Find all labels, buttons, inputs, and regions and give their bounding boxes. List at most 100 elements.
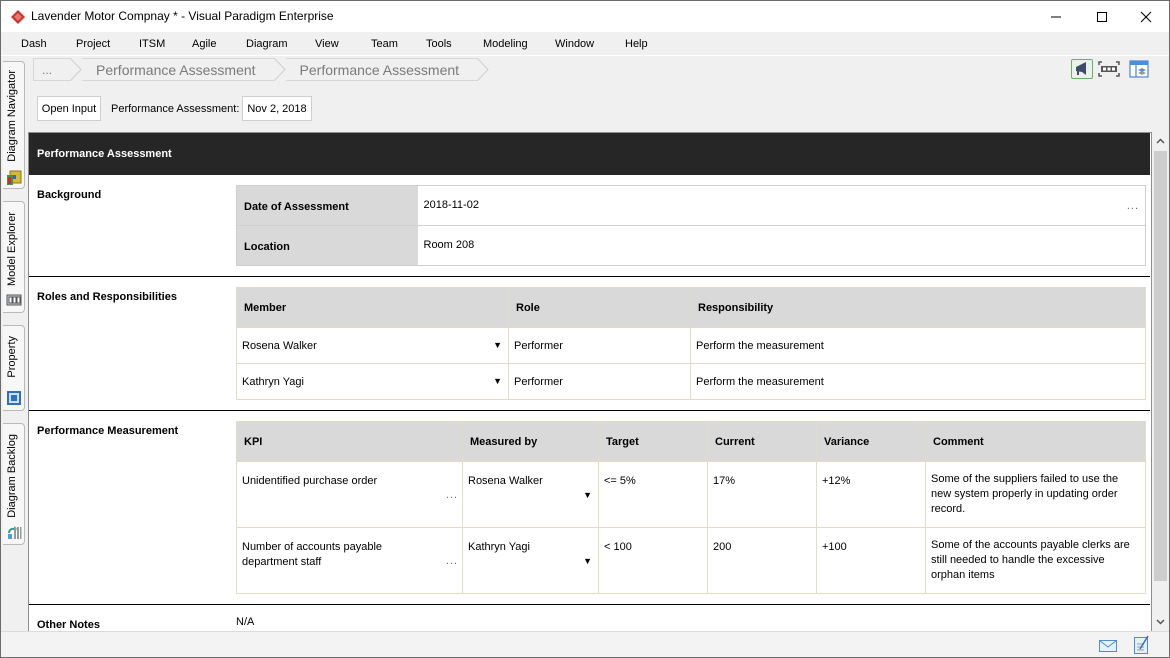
member-dropdown[interactable]: Kathryn Yagi ▼ [236, 363, 509, 400]
menu-agile[interactable]: Agile [192, 38, 216, 50]
dock-tab-label: Model Explorer [6, 212, 18, 286]
dock-tab-label: Diagram Navigator [6, 70, 18, 162]
current-cell[interactable]: 17% [707, 461, 817, 528]
breadcrumb-label: ... [42, 62, 53, 77]
column-header-variance: Variance [816, 421, 926, 462]
kpi-cell[interactable]: Number of accounts payable department st… [236, 527, 463, 594]
breadcrumb: ... Performance Assessment Performance A… [33, 58, 489, 81]
maximize-button[interactable] [1079, 1, 1125, 32]
column-header-current: Current [707, 421, 817, 462]
responsibility-cell[interactable]: Perform the measurement [690, 327, 1146, 364]
field-value: 2018-11-02 [423, 199, 479, 211]
fit-screen-button[interactable] [1098, 59, 1120, 79]
cell-value: Rosena Walker [468, 475, 543, 487]
dock-tab-property[interactable]: Property [3, 325, 25, 411]
scrollbar-thumb[interactable] [1154, 151, 1167, 581]
menu-bar: Dash Project ITSM Agile Diagram View Tea… [1, 32, 1169, 56]
responsibility-cell[interactable]: Perform the measurement [690, 363, 1146, 400]
close-button[interactable] [1123, 1, 1169, 32]
cell-value: <= 5% [604, 475, 636, 487]
model-explorer-icon [6, 294, 22, 306]
column-header-responsibility: Responsibility [690, 287, 1146, 328]
minimize-button[interactable] [1033, 1, 1079, 32]
other-notes-value[interactable]: N/A [236, 616, 254, 628]
vertical-scrollbar[interactable] [1151, 132, 1168, 631]
minimize-icon [1051, 16, 1061, 17]
cell-value: +12% [822, 475, 851, 487]
field-label: Date of Assessment [236, 185, 418, 226]
breadcrumb-label: Performance Assessment [299, 61, 460, 78]
member-dropdown[interactable]: Rosena Walker ▼ [236, 327, 509, 364]
scroll-down-button[interactable] [1152, 613, 1168, 631]
menu-view[interactable]: View [315, 38, 339, 50]
cell-value: Kathryn Yagi [242, 375, 304, 388]
more-options-button[interactable]: ... [446, 488, 458, 503]
menu-itsm[interactable]: ITSM [139, 38, 165, 50]
current-cell[interactable]: 200 [707, 527, 817, 594]
location-field[interactable]: Room 208 [417, 225, 1146, 266]
layers-panel-button[interactable] [1128, 59, 1150, 79]
date-of-assessment-field[interactable]: 2018-11-02 ... [417, 185, 1146, 226]
cell-value: < 100 [604, 541, 632, 553]
edit-document-icon[interactable] [1134, 635, 1150, 654]
announcement-button[interactable] [1071, 59, 1093, 79]
dropdown-arrow-icon: ▼ [493, 376, 502, 386]
menu-team[interactable]: Team [371, 38, 398, 50]
background-section: Background Date of Assessment 2018-11-02… [29, 175, 1150, 277]
column-header-role: Role [508, 287, 691, 328]
role-cell[interactable]: Performer [508, 363, 691, 400]
comment-cell[interactable]: Some of the suppliers failed to use the … [925, 461, 1146, 528]
assessment-date-field[interactable]: Nov 2, 2018 [242, 96, 312, 121]
cell-value: Performer [514, 375, 563, 388]
dock-tab-diagram-navigator[interactable]: Diagram Navigator [3, 61, 25, 189]
open-input-button[interactable]: Open Input [37, 96, 101, 121]
app-logo-icon [11, 10, 25, 24]
dock-tab-label: Property [6, 336, 18, 378]
kpi-cell[interactable]: Unidentified purchase order ... [236, 461, 463, 528]
dropdown-arrow-icon: ▼ [493, 340, 502, 350]
menu-modeling[interactable]: Modeling [483, 38, 528, 50]
dock-tab-diagram-backlog[interactable]: Diagram Backlog [3, 423, 25, 545]
breadcrumb-item-parent[interactable]: Performance Assessment [82, 58, 274, 81]
breadcrumb-item-root[interactable]: ... [33, 58, 71, 81]
section-title: Roles and Responsibilities [37, 291, 177, 303]
more-options-button[interactable]: ... [1127, 200, 1139, 212]
diagram-backlog-icon [7, 526, 22, 539]
close-icon [1140, 11, 1152, 22]
section-title: Performance Measurement [37, 425, 179, 437]
cell-value: Perform the measurement [696, 339, 824, 352]
table-row: Date of Assessment 2018-11-02 ... [236, 185, 1146, 226]
target-cell[interactable]: <= 5% [598, 461, 708, 528]
cell-value: Kathryn Yagi [468, 541, 530, 553]
background-table: Date of Assessment 2018-11-02 ... Locati… [236, 185, 1146, 266]
window-title: Lavender Motor Compnay * - Visual Paradi… [31, 9, 334, 23]
variance-cell[interactable]: +12% [816, 461, 926, 528]
breadcrumb-separator-icon [70, 58, 82, 81]
scroll-up-button[interactable] [1152, 132, 1168, 150]
menu-diagram[interactable]: Diagram [246, 38, 288, 50]
document-title: Performance Assessment [29, 133, 1150, 175]
table-row: Kathryn Yagi ▼ Performer Perform the mea… [236, 363, 1146, 400]
assessment-date-label: Performance Assessment: [111, 103, 240, 115]
more-options-button[interactable]: ... [446, 554, 458, 569]
menu-dash[interactable]: Dash [21, 38, 47, 50]
variance-cell[interactable]: +100 [816, 527, 926, 594]
menu-window[interactable]: Window [555, 38, 594, 50]
role-cell[interactable]: Performer [508, 327, 691, 364]
measurement-table: KPI Measured by Target Current Variance … [236, 421, 1146, 594]
menu-project[interactable]: Project [76, 38, 110, 50]
table-row: Number of accounts payable department st… [236, 527, 1146, 594]
target-cell[interactable]: < 100 [598, 527, 708, 594]
comment-cell[interactable]: Some of the accounts payable clerks are … [925, 527, 1146, 594]
announcement-icon [1076, 62, 1086, 75]
dock-tab-model-explorer[interactable]: Model Explorer [3, 201, 25, 313]
mail-icon[interactable] [1099, 640, 1117, 652]
measured-by-dropdown[interactable]: Rosena Walker ▼ [462, 461, 599, 528]
other-notes-section: Other Notes N/A [29, 605, 1150, 631]
menu-help[interactable]: Help [625, 38, 648, 50]
table-header-row: Member Role Responsibility [236, 287, 1146, 328]
measured-by-dropdown[interactable]: Kathryn Yagi ▼ [462, 527, 599, 594]
breadcrumb-item-current[interactable]: Performance Assessment [285, 58, 478, 81]
menu-tools[interactable]: Tools [426, 38, 452, 50]
field-label: Location [236, 225, 418, 266]
